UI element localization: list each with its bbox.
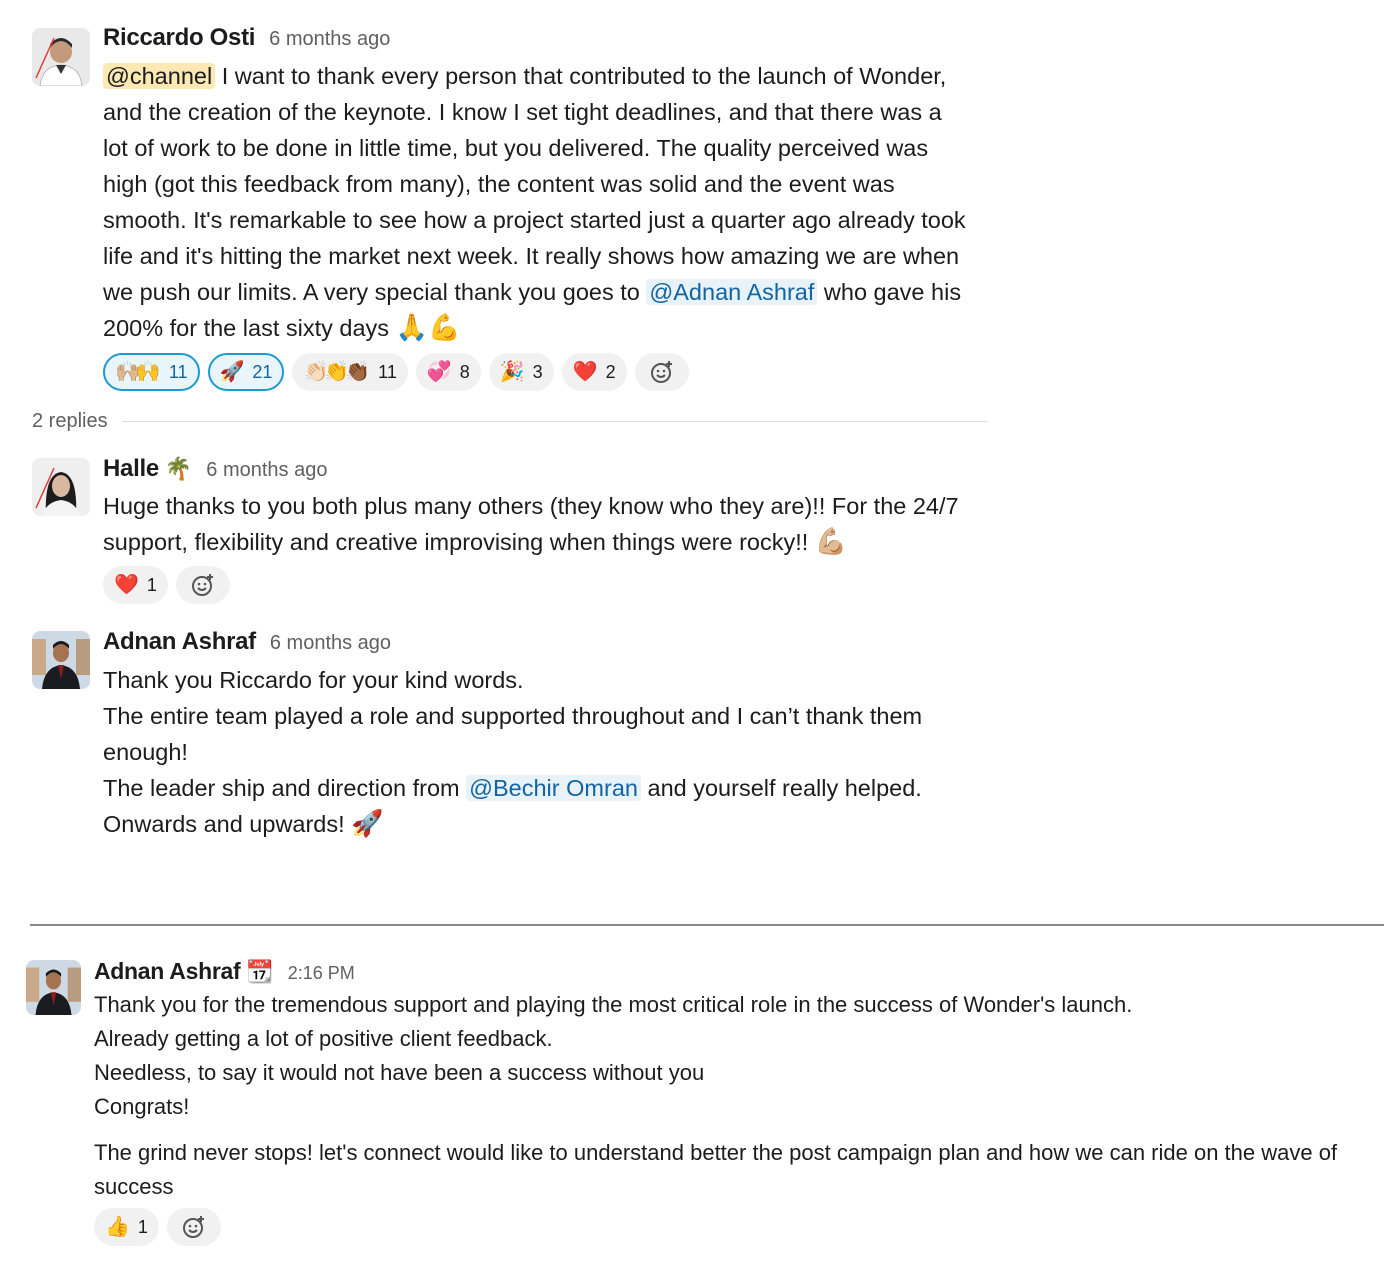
message-text: Huge thanks to you both plus many others… [103, 493, 959, 556]
add-reaction-icon [182, 1216, 204, 1238]
user-mention[interactable]: @Adnan Ashraf [646, 279, 818, 305]
timestamp[interactable]: 6 months ago [269, 28, 390, 51]
message-text: Thank you Riccardo for your kind words. … [103, 667, 923, 838]
add-reaction-button[interactable] [634, 353, 689, 391]
add-reaction-button[interactable] [166, 1208, 221, 1246]
message-text: @channel I want to thank every person th… [103, 63, 966, 342]
add-reaction-button[interactable] [175, 566, 230, 604]
author-name[interactable]: Riccardo Osti [103, 24, 255, 52]
flex-emoji: 💪🏼 [814, 526, 848, 556]
reaction-bar: ❤️ 1 [103, 566, 230, 604]
message-text: Thank you for the tremendous support and… [94, 992, 1338, 1199]
channel-mention[interactable]: @channel [103, 63, 216, 89]
rocket-emoji: 🚀 [351, 808, 384, 838]
avatar[interactable] [26, 960, 81, 1015]
timestamp[interactable]: 6 months ago [206, 459, 327, 482]
timestamp[interactable]: 2:16 PM [288, 963, 355, 984]
reaction-rocket[interactable]: 🚀 21 [207, 353, 285, 391]
author-name[interactable]: Adnan Ashraf [94, 958, 241, 985]
reaction-tada[interactable]: 🎉 3 [488, 353, 554, 391]
section-divider [30, 924, 1384, 926]
reaction-heart[interactable]: ❤️ 1 [103, 566, 168, 604]
reaction-bar: 👍 1 [94, 1208, 221, 1246]
pray-flex-emoji: 🙏💪 [395, 312, 461, 342]
reaction-heart[interactable]: ❤️ 2 [561, 353, 627, 391]
add-reaction-icon [191, 574, 213, 596]
status-emoji[interactable]: 🌴 [165, 456, 192, 482]
add-reaction-icon [650, 361, 672, 383]
replies-divider: 2 replies [32, 410, 988, 433]
avatar[interactable] [32, 458, 90, 516]
author-name[interactable]: Adnan Ashraf [103, 628, 256, 656]
reaction-thumbsup[interactable]: 👍 1 [94, 1208, 159, 1246]
reaction-hearts[interactable]: 💞 8 [415, 353, 481, 391]
reaction-raised-hands[interactable]: 🙌🏼🙌 11 [103, 353, 200, 391]
avatar[interactable] [32, 631, 90, 689]
calendar-status-icon[interactable]: 📆 [246, 959, 273, 985]
replies-count[interactable]: 2 replies [32, 410, 108, 433]
author-name[interactable]: Halle [103, 455, 159, 483]
divider [121, 421, 988, 422]
reaction-bar: 🙌🏼🙌 11 🚀 21 👏🏻👏👏🏾 11 💞 8 🎉 3 ❤️ 2 [103, 353, 689, 391]
timestamp[interactable]: 6 months ago [270, 632, 391, 655]
user-mention[interactable]: @Bechir Omran [466, 775, 641, 801]
avatar[interactable] [32, 28, 90, 86]
reaction-clap[interactable]: 👏🏻👏👏🏾 11 [292, 353, 408, 391]
